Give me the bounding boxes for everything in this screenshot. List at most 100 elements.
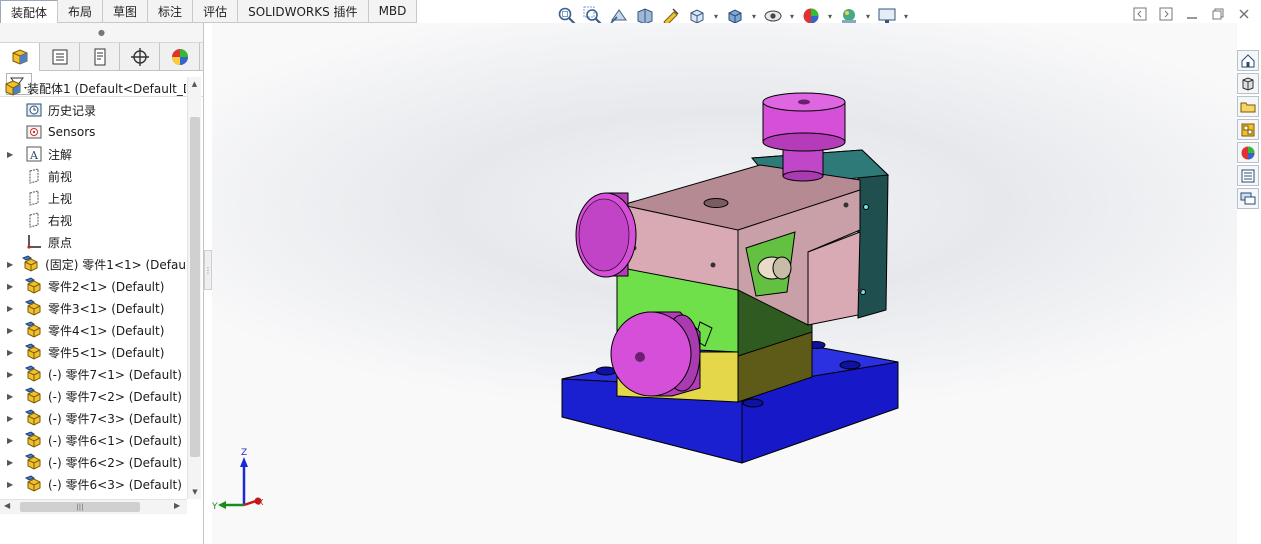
- prev-panel-icon[interactable]: [1131, 5, 1149, 23]
- tree-item[interactable]: 上视: [0, 187, 186, 209]
- home-icon[interactable]: [1237, 50, 1259, 71]
- forum-icon[interactable]: [1237, 188, 1259, 209]
- tree-item[interactable]: ▶ (-) 零件6<1> (Default): [0, 429, 186, 451]
- tree-item[interactable]: ▶ (-) 零件7<1> (Default): [0, 363, 186, 385]
- tree-item[interactable]: 历史记录: [0, 99, 186, 121]
- tab-assembly[interactable]: 装配体: [0, 0, 59, 23]
- appearances-icon[interactable]: [1237, 142, 1259, 163]
- property-manager-tab-icon[interactable]: [40, 43, 80, 71]
- tree-item[interactable]: ▶ 零件4<1> (Default): [0, 319, 186, 341]
- scroll-up-icon[interactable]: ▲: [188, 77, 201, 91]
- expand-arrow-icon[interactable]: ▶: [7, 458, 17, 467]
- triad-x-label: X: [258, 498, 264, 507]
- tree-item[interactable]: 前视: [0, 165, 186, 187]
- scroll-right-icon[interactable]: ▶: [174, 501, 180, 510]
- part-icon: [25, 475, 43, 493]
- tree-item-label: 前视: [48, 169, 73, 184]
- close-icon[interactable]: [1235, 5, 1253, 23]
- tree-horizontal-scrollbar[interactable]: ◀ ||| ▶: [0, 499, 187, 514]
- tree-item-label: Sensors: [48, 125, 96, 139]
- tree-item[interactable]: ▶ (-) 零件7<3> (Default): [0, 407, 186, 429]
- task-pane-tabs: [1237, 50, 1261, 209]
- origin-icon: [25, 233, 43, 251]
- plane-icon: [25, 167, 43, 185]
- configuration-manager-tab-icon[interactable]: [80, 43, 120, 71]
- view-palette-icon[interactable]: [1237, 119, 1259, 140]
- tree-item-label: (-) 零件7<1> (Default): [48, 367, 182, 382]
- tree-item[interactable]: ▶ (-) 零件7<2> (Default): [0, 385, 186, 407]
- plane-icon: [25, 211, 43, 229]
- coordinate-triad: Z Y X: [212, 448, 264, 512]
- tree-item[interactable]: Sensors: [0, 121, 186, 143]
- expand-arrow-icon[interactable]: ▶: [7, 480, 17, 489]
- part-icon: [25, 277, 43, 295]
- tree-item-label: 历史记录: [48, 103, 97, 118]
- part-icon: [25, 387, 43, 405]
- front-knob: [610, 311, 701, 397]
- tree-item-label: (-) 零件6<2> (Default): [48, 455, 182, 470]
- expand-arrow-icon[interactable]: ▶: [7, 150, 17, 159]
- expand-arrow-icon[interactable]: ▶: [7, 348, 17, 357]
- tree-item-label: 零件5<1> (Default): [48, 345, 165, 360]
- next-panel-icon[interactable]: [1157, 5, 1175, 23]
- panel-grip[interactable]: ●: [0, 23, 203, 43]
- expand-arrow-icon[interactable]: ▶: [7, 436, 17, 445]
- tree-item[interactable]: ▶ A 注解: [0, 143, 186, 165]
- file-explorer-icon[interactable]: [1237, 96, 1259, 117]
- tab-evaluate[interactable]: 评估: [193, 0, 239, 22]
- restore-icon[interactable]: [1209, 5, 1227, 23]
- expand-arrow-icon[interactable]: ▶: [7, 260, 14, 269]
- tab-layout[interactable]: 布局: [58, 0, 104, 22]
- scroll-thumb[interactable]: [190, 117, 200, 457]
- triad-y-label: Y: [212, 502, 218, 512]
- tree-item[interactable]: 右视: [0, 209, 186, 231]
- tree-item[interactable]: ▶ (-) 零件6<2> (Default): [0, 451, 186, 473]
- tree-item-label: (-) 零件6<3> (Default): [48, 477, 182, 492]
- tab-solidworks-addins[interactable]: SOLIDWORKS 插件: [238, 0, 369, 22]
- tab-markup[interactable]: 标注: [148, 0, 194, 22]
- tree-item[interactable]: ▶ 零件2<1> (Default): [0, 275, 186, 297]
- triad-z-label: Z: [241, 448, 247, 458]
- custom-properties-icon[interactable]: [1237, 165, 1259, 186]
- scroll-left-icon[interactable]: ◀: [4, 501, 10, 510]
- tree-item-label: 注解: [48, 147, 73, 162]
- tree-item[interactable]: ▶ 零件5<1> (Default): [0, 341, 186, 363]
- panel-tabs: [0, 43, 203, 71]
- dimxpert-tab-icon[interactable]: [120, 43, 160, 71]
- feature-manager-tab-icon[interactable]: [0, 43, 40, 71]
- expand-arrow-icon[interactable]: ▶: [7, 304, 17, 313]
- tree-item[interactable]: ▶ (-) 零件6<3> (Default): [0, 473, 186, 495]
- tree-root[interactable]: 装配体1 (Default<Default_D: [0, 77, 186, 99]
- tab-sketch[interactable]: 草图: [103, 0, 149, 22]
- tree-item[interactable]: ▶ (固定) 零件1<1> (Defau: [0, 253, 186, 275]
- graphics-area[interactable]: Z Y X: [212, 23, 1237, 544]
- scroll-down-icon[interactable]: ▼: [188, 485, 202, 499]
- expand-arrow-icon[interactable]: ▶: [7, 370, 17, 379]
- expand-arrow-icon[interactable]: ▶: [7, 392, 17, 401]
- assembly-icon: [4, 79, 22, 97]
- assembly-model[interactable]: [212, 23, 1237, 544]
- left-knob: [575, 192, 637, 278]
- hscroll-thumb[interactable]: |||: [20, 502, 140, 512]
- tree-item-label: 零件2<1> (Default): [48, 279, 165, 294]
- expand-arrow-icon[interactable]: ▶: [7, 282, 17, 291]
- tab-mbd[interactable]: MBD: [369, 0, 418, 22]
- tree-item-label: (-) 零件7<3> (Default): [48, 411, 182, 426]
- tree-item-label: 零件4<1> (Default): [48, 323, 165, 338]
- part-icon: [22, 255, 40, 273]
- tree-item[interactable]: ▶ 零件3<1> (Default): [0, 297, 186, 319]
- part-icon: [25, 453, 43, 471]
- part-icon: [25, 431, 43, 449]
- tree-vertical-scrollbar[interactable]: ▲ ▼: [187, 77, 201, 499]
- display-manager-tab-icon[interactable]: [160, 43, 200, 71]
- plane-icon: [25, 189, 43, 207]
- panel-splitter[interactable]: ⋮: [204, 250, 212, 290]
- minimize-icon[interactable]: [1183, 5, 1201, 23]
- tree-item-label: (-) 零件6<1> (Default): [48, 433, 182, 448]
- tree-item[interactable]: 原点: [0, 231, 186, 253]
- design-library-icon[interactable]: [1237, 73, 1259, 94]
- expand-arrow-icon[interactable]: ▶: [7, 414, 17, 423]
- tree-item-label: (-) 零件7<2> (Default): [48, 389, 182, 404]
- expand-arrow-icon[interactable]: ▶: [7, 326, 17, 335]
- sensors-icon: [25, 123, 43, 141]
